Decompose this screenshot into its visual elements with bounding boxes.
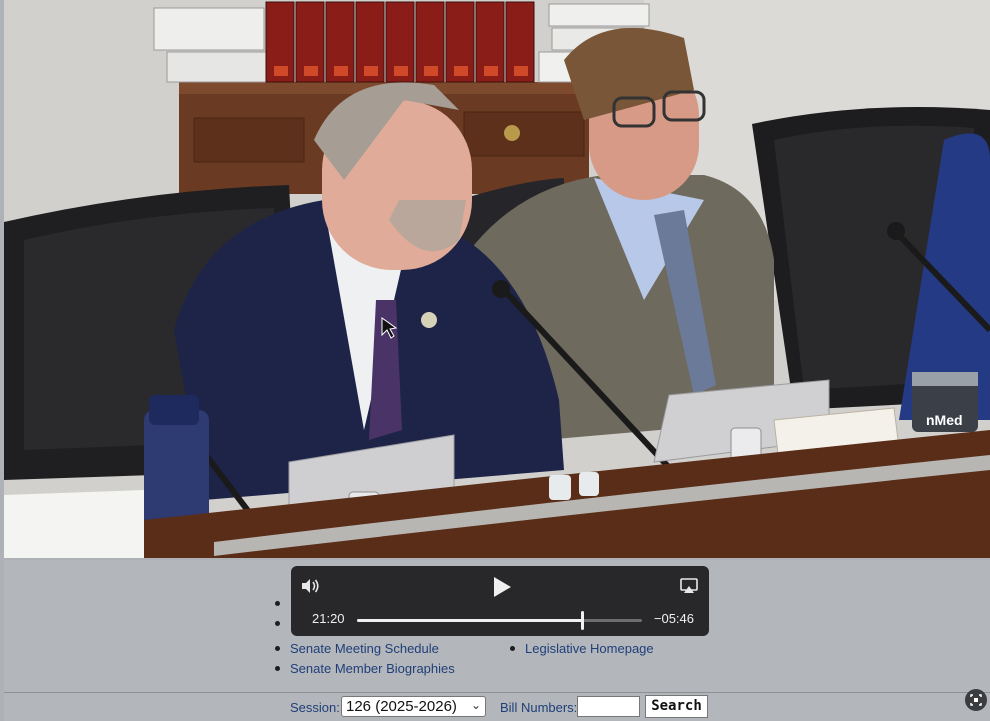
scrubber-progress (357, 619, 583, 622)
volume-icon[interactable] (300, 578, 320, 599)
bullet-icon (275, 621, 280, 626)
session-bar: Session: 126 (2025-2026) ⌄ Bill Numbers:… (4, 692, 990, 721)
bullet-icon (275, 666, 280, 671)
bullet-icon (275, 646, 280, 651)
session-select-value: 126 (2025-2026) (346, 698, 457, 715)
bullet-icon (275, 601, 280, 606)
list-item[interactable]: Senate Member Biographies (275, 661, 455, 676)
bill-numbers-label: Bill Numbers: (500, 700, 578, 715)
session-label: Session: (290, 700, 340, 715)
remaining-time: −05:46 (653, 611, 694, 626)
airplay-icon (680, 578, 698, 593)
video-scene: nMed (4, 0, 990, 558)
scrubber-handle[interactable] (581, 611, 585, 630)
cup-badge-text: nMed (926, 412, 963, 428)
live-text-icon[interactable] (965, 689, 987, 711)
list-item (275, 601, 290, 606)
airplay-button[interactable] (680, 578, 698, 599)
search-button[interactable]: Search (645, 695, 708, 718)
bullet-icon (510, 646, 515, 651)
session-select[interactable]: 126 (2025-2026) ⌄ (341, 696, 486, 717)
link-legislative-homepage[interactable]: Legislative Homepage (525, 641, 654, 656)
video-controls: 21:20 −05:46 (291, 566, 709, 636)
list-item (275, 621, 290, 626)
bill-numbers-input[interactable] (577, 696, 640, 717)
scrubber-track[interactable] (357, 611, 642, 630)
chevron-down-icon: ⌄ (470, 698, 481, 712)
play-button[interactable] (491, 576, 513, 603)
link-senate-member-biographies[interactable]: Senate Member Biographies (290, 661, 455, 676)
list-item[interactable]: Legislative Homepage (510, 641, 654, 656)
link-senate-meeting-schedule[interactable]: Senate Meeting Schedule (290, 641, 439, 656)
current-time: 21:20 (312, 611, 345, 626)
list-item[interactable]: Senate Meeting Schedule (275, 641, 439, 656)
video-frame[interactable]: nMed (4, 0, 990, 558)
play-icon (494, 577, 511, 597)
